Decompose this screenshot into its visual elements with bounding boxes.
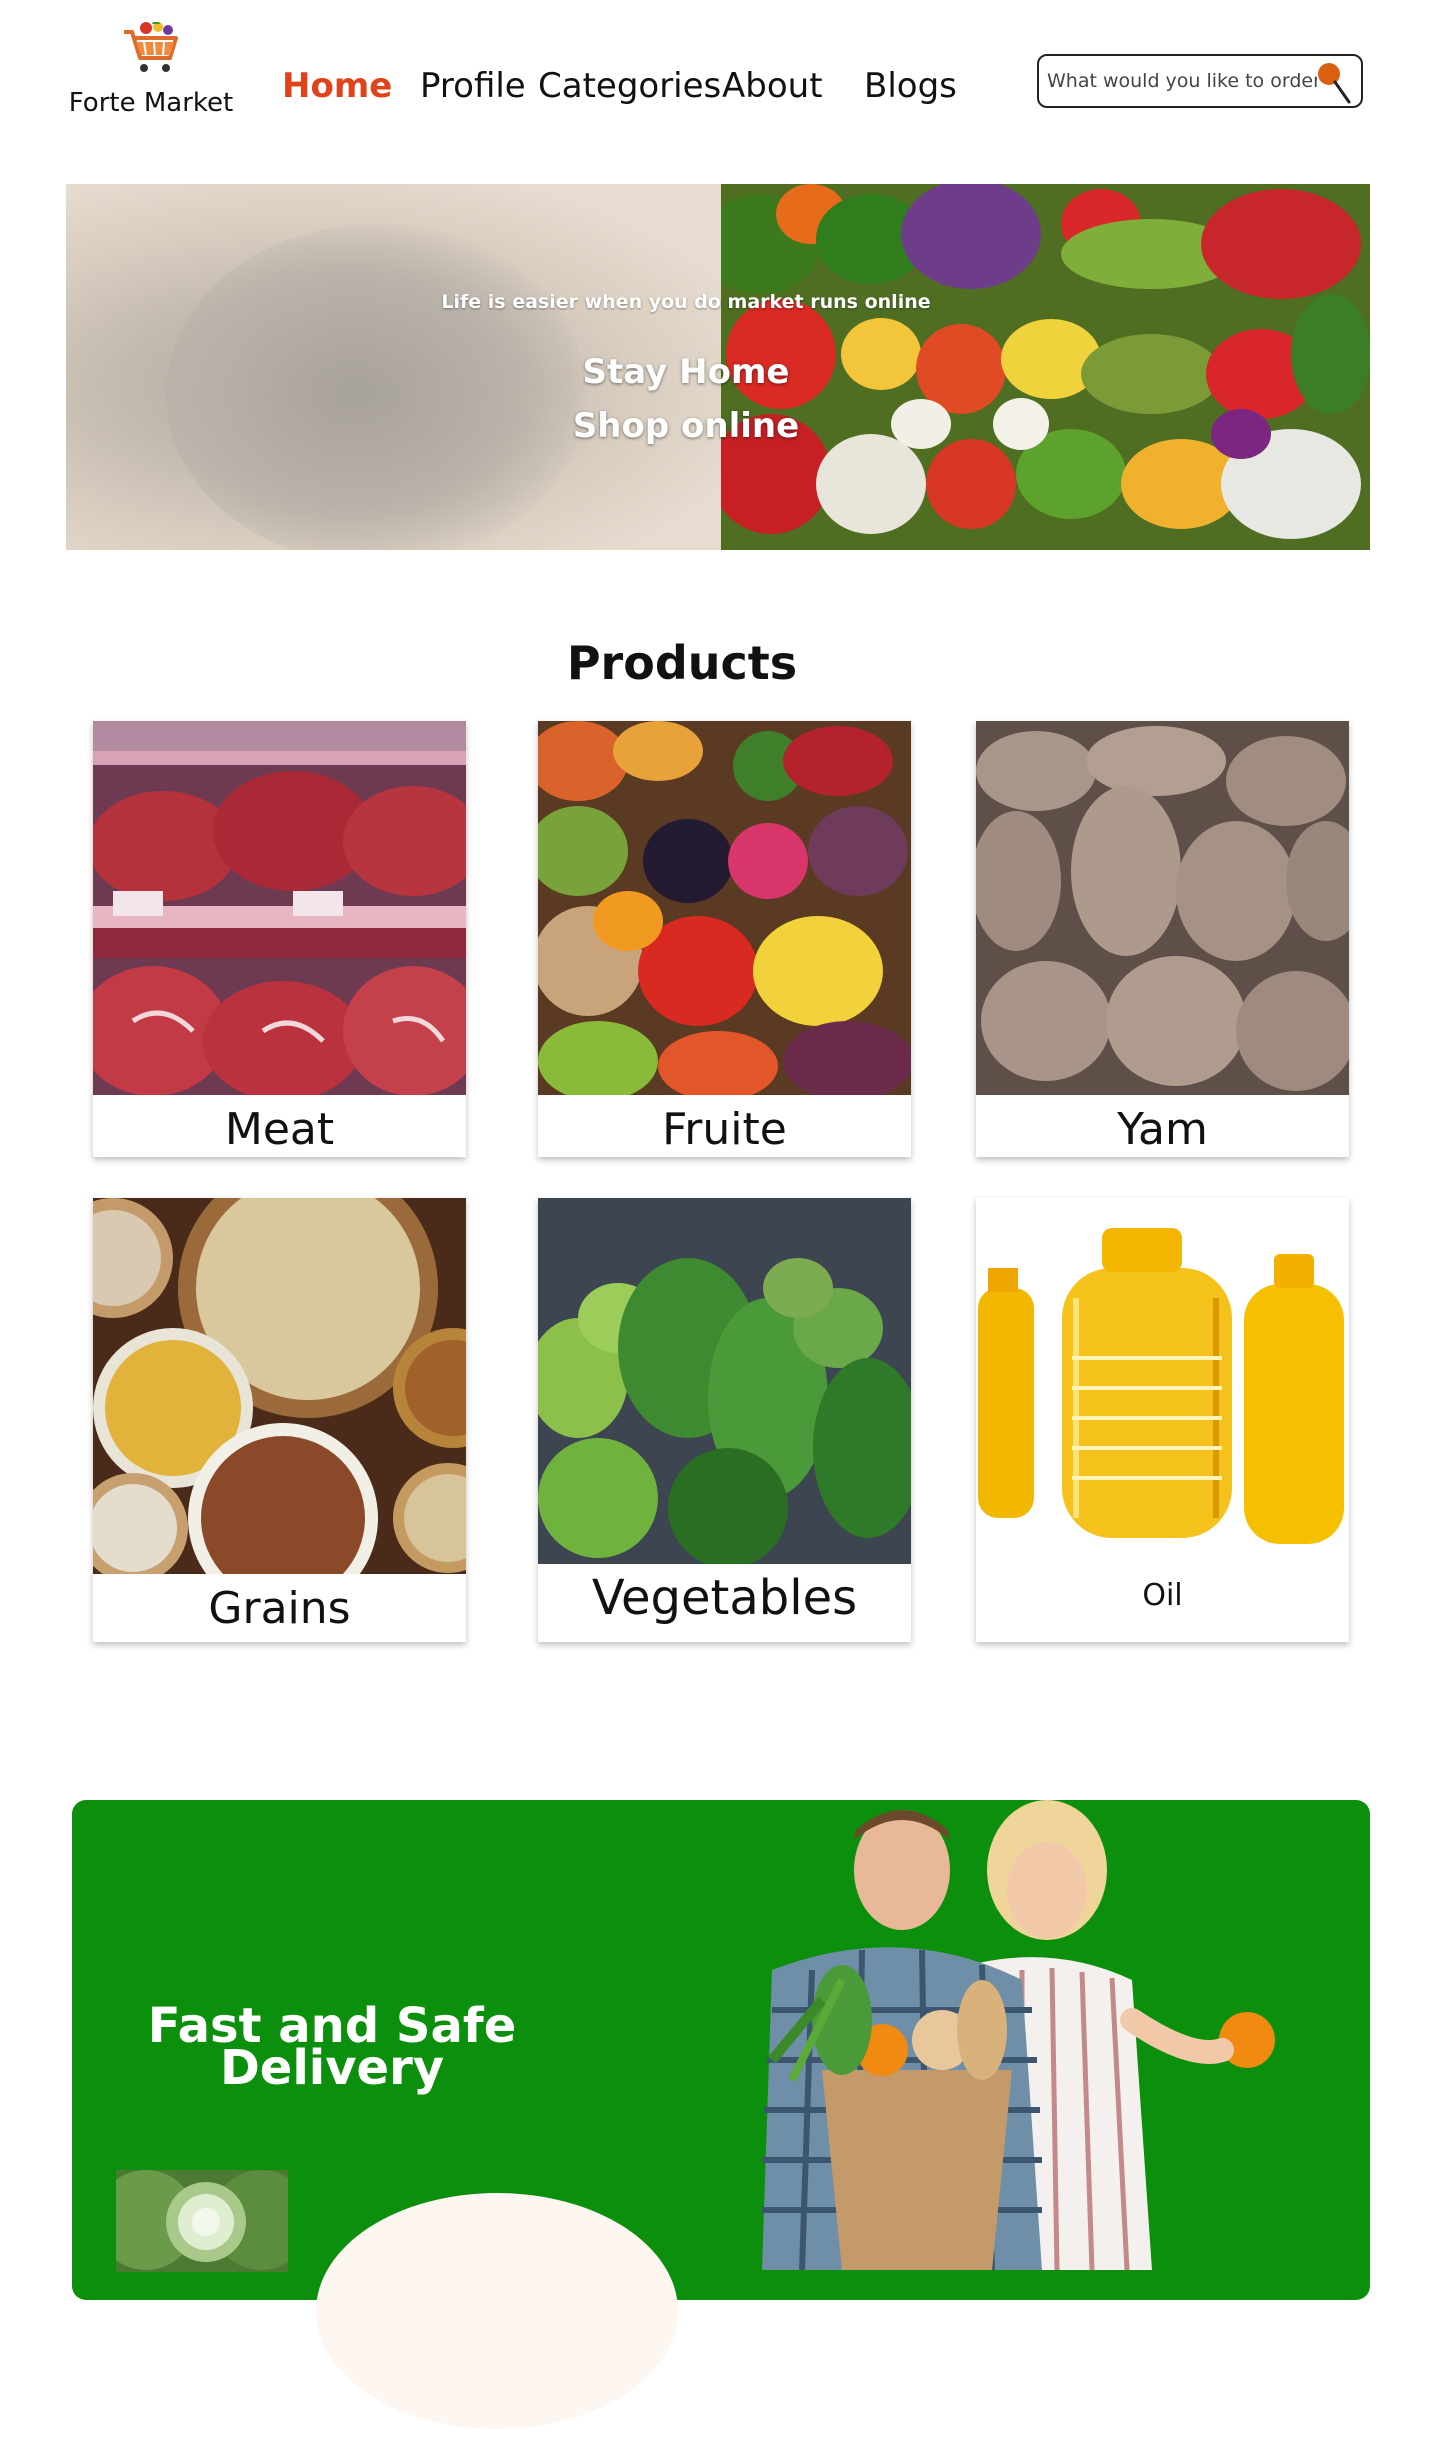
nav-profile[interactable]: Profile xyxy=(420,66,526,106)
vegetables-image xyxy=(538,1198,911,1564)
search-icon[interactable] xyxy=(1315,58,1355,106)
brand-logo[interactable]: Forte Market xyxy=(66,22,236,118)
site-header: Forte Market Home Profile Categories Abo… xyxy=(0,0,1440,170)
product-card-grains[interactable]: Grains xyxy=(93,1198,466,1642)
nav-blogs[interactable]: Blogs xyxy=(864,66,957,106)
product-label-meat: Meat xyxy=(224,1104,335,1155)
hero-headline-2: Shop online xyxy=(572,406,800,446)
brand-name: Forte Market xyxy=(68,88,234,118)
product-label-vegetables: Vegetables xyxy=(591,1570,858,1626)
hero-banner: Life is easier when you do market runs o… xyxy=(66,184,1370,550)
nav-home[interactable]: Home xyxy=(282,66,392,106)
hero-text: Life is easier when you do market runs o… xyxy=(66,184,1370,550)
search-input[interactable] xyxy=(1047,66,1317,96)
hero-headline-1: Stay Home xyxy=(582,352,790,392)
products-title: Products xyxy=(566,636,798,690)
product-card-oil[interactable]: Oil xyxy=(976,1198,1349,1642)
grains-image xyxy=(93,1198,466,1574)
shopping-cart-icon xyxy=(124,22,178,72)
product-label-grains: Grains xyxy=(208,1583,351,1634)
meat-image xyxy=(93,721,466,1095)
product-card-fruite[interactable]: Fruite xyxy=(538,721,911,1157)
delivery-couple-image xyxy=(592,1800,1292,2300)
product-label-oil: Oil xyxy=(1142,1578,1183,1613)
hero-tagline: Life is easier when you do market runs o… xyxy=(441,291,931,313)
delivery-title: Fast and Safe Delivery xyxy=(147,1998,517,2096)
product-card-vegetables[interactable]: Vegetables xyxy=(538,1198,911,1642)
nav-about[interactable]: About xyxy=(722,66,823,106)
product-label-fruite: Fruite xyxy=(662,1104,787,1155)
decorative-ellipse xyxy=(316,2193,678,2429)
nav-categories[interactable]: Categories xyxy=(538,66,721,106)
product-card-yam[interactable]: Yam xyxy=(976,721,1349,1157)
yam-image xyxy=(976,721,1349,1095)
fruit-image xyxy=(538,721,911,1095)
delivery-banner: Fast and Safe Delivery xyxy=(72,1800,1370,2300)
oil-image xyxy=(976,1198,1349,1568)
product-card-meat[interactable]: Meat xyxy=(93,721,466,1157)
product-label-yam: Yam xyxy=(1117,1104,1208,1155)
cabbage-image xyxy=(116,2170,288,2272)
search-box xyxy=(1037,54,1363,108)
